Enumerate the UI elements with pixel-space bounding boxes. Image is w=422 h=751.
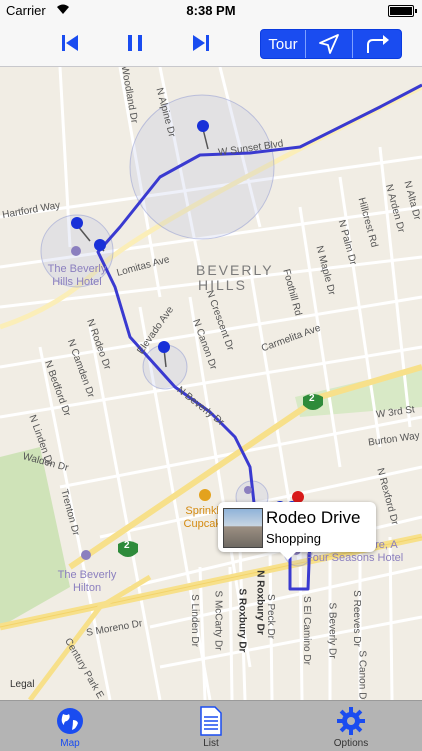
tab-options[interactable]: Options: [306, 701, 396, 751]
gear-icon: [336, 706, 366, 741]
globe-icon: [55, 706, 85, 741]
poi-label[interactable]: The Beverly Hills Hotel: [44, 263, 110, 289]
poi-label[interactable]: The Beverly Hilton: [52, 569, 122, 595]
map-view[interactable]: BEVERLY HILLS Woodland Dr N Alpine Dr W …: [0, 67, 422, 700]
next-stop-button[interactable]: [181, 20, 221, 66]
map-toolbar: Tour: [0, 20, 422, 67]
document-icon: [199, 706, 223, 741]
route-shield-number: 2: [309, 393, 315, 404]
area-label: BEVERLY HILLS: [196, 263, 274, 293]
tour-button[interactable]: Tour: [261, 30, 306, 58]
location-button[interactable]: [306, 30, 353, 58]
route-shield-number: 2: [124, 540, 130, 551]
tab-map[interactable]: Map: [25, 701, 115, 751]
tab-label: Map: [60, 738, 80, 749]
poi-name: The Beverly Hills Hotel: [47, 263, 107, 288]
tab-label: Options: [333, 738, 369, 749]
turn-arrow-icon: [367, 35, 389, 53]
battery-icon: [388, 5, 417, 17]
street-label: S El Camino Dr: [300, 596, 312, 665]
location-arrow-icon: [319, 34, 339, 54]
legal-link[interactable]: Legal: [10, 679, 34, 690]
status-bar: Carrier 8:38 PM: [0, 0, 422, 20]
pause-icon: [128, 35, 142, 51]
street-label: S Canon Dr: [356, 650, 368, 700]
tab-bar: Map List Options: [0, 700, 422, 751]
street-label: S Roxbury Dr: [236, 588, 248, 653]
stop-title: Rodeo Drive: [266, 508, 361, 527]
poi-name: The Beverly Hilton: [57, 569, 117, 594]
stop-category: Shopping: [266, 531, 321, 546]
status-time: 8:38 PM: [186, 3, 236, 18]
stop-callout[interactable]: Rodeo Drive Shopping: [218, 502, 376, 560]
street-label: S Beverly Dr: [326, 602, 338, 659]
pause-button[interactable]: [115, 20, 155, 66]
street-label: S Peck Dr: [265, 593, 277, 640]
street-label: S McCarty Dr: [212, 590, 224, 651]
stop-thumbnail: [223, 508, 263, 548]
previous-stop-button[interactable]: [50, 20, 90, 66]
tab-label: List: [203, 738, 219, 749]
street-label: S Reeves Dr: [350, 590, 362, 647]
directions-button[interactable]: [353, 30, 401, 58]
skip-forward-icon: [193, 35, 209, 51]
area-label-line: BEVERLY: [196, 262, 274, 278]
skip-back-icon: [62, 35, 78, 51]
tab-list[interactable]: List: [166, 701, 256, 751]
street-label: S Linden Dr: [188, 594, 200, 647]
tour-controls: Tour: [260, 29, 402, 59]
